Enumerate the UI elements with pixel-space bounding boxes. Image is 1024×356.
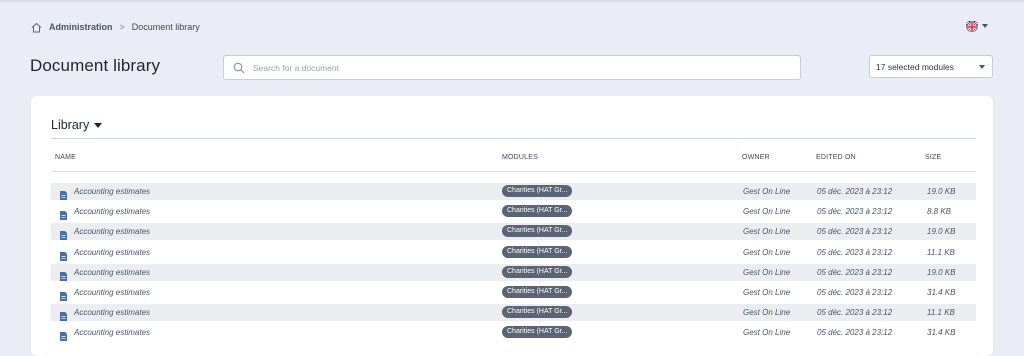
module-badge: Charities (HAT Gr... — [502, 286, 573, 298]
breadcrumb-current: Document library — [131, 22, 200, 32]
top-border — [0, 0, 1024, 2]
document-owner: Gest On Line — [743, 187, 791, 196]
language-selector[interactable] — [966, 20, 988, 32]
table-row[interactable]: Accounting estimates Charities (HAT Gr...… — [51, 324, 976, 342]
document-name[interactable]: Accounting estimates — [74, 328, 150, 337]
document-name[interactable]: Accounting estimates — [74, 227, 150, 236]
document-size: 31.4 KB — [927, 288, 956, 297]
document-edited-on: 05 déc. 2023 à 23:12 — [817, 308, 893, 318]
document-owner: Gest On Line — [743, 288, 791, 297]
table-row[interactable]: Accounting estimates Charities (HAT Gr...… — [51, 244, 976, 261]
table-row[interactable]: Accounting estimates Charities (HAT Gr...… — [51, 183, 976, 200]
document-size: 31.4 KB — [927, 328, 956, 338]
document-edited-on: 05 déc. 2023 à 23:12 — [817, 207, 893, 217]
home-icon[interactable] — [31, 22, 42, 33]
document-edited-on: 05 déc. 2023 à 23:12 — [817, 187, 893, 196]
document-edited-on: 05 déc. 2023 à 23:12 — [817, 267, 893, 277]
breadcrumb-administration[interactable]: Administration — [49, 22, 113, 32]
column-header-owner[interactable]: OWNER — [742, 154, 770, 161]
module-badge: Charities (HAT Gr... — [502, 225, 573, 238]
modules-select-value: 17 selected modules — [876, 61, 954, 72]
document-size: 19.0 KB — [927, 227, 956, 237]
chevron-down-icon — [979, 64, 985, 69]
page-title: Document library — [30, 56, 161, 75]
document-size: 11.1 KB — [927, 308, 955, 318]
document-edited-on: 05 déc. 2023 à 23:12 — [817, 247, 893, 257]
document-owner: Gest On Line — [743, 227, 791, 237]
module-badge: Charities (HAT Gr... — [502, 265, 573, 278]
file-icon — [60, 288, 67, 301]
library-heading-label: Library — [51, 118, 90, 132]
document-size: 11.1 KB — [927, 247, 955, 257]
module-badge: Charities (HAT Gr... — [502, 245, 573, 258]
file-icon — [60, 268, 67, 281]
document-edited-on: 05 déc. 2023 à 23:12 — [817, 227, 893, 237]
column-header-edited-on[interactable]: EDITED ON — [816, 154, 856, 161]
document-owner: Gest On Line — [743, 308, 791, 318]
document-name[interactable]: Accounting estimates — [74, 308, 150, 317]
caret-down-icon — [94, 122, 103, 128]
file-icon — [60, 187, 67, 200]
column-header-name[interactable]: NAME — [55, 154, 76, 161]
uk-flag-icon — [966, 20, 978, 32]
document-name[interactable]: Accounting estimates — [74, 207, 150, 216]
document-size: 19.0 KB — [927, 267, 956, 277]
library-card: Library NAME MODULES OWNER EDITED ON SIZ… — [31, 96, 993, 356]
document-name[interactable]: Accounting estimates — [74, 248, 150, 257]
table-row[interactable]: Accounting estimates Charities (HAT Gr...… — [51, 304, 976, 322]
document-name[interactable]: Accounting estimates — [74, 187, 150, 196]
column-header-size[interactable]: SIZE — [925, 154, 941, 161]
file-icon — [60, 207, 67, 221]
search-box[interactable] — [223, 55, 801, 80]
module-badge: Charities (HAT Gr... — [502, 326, 573, 339]
file-icon — [60, 308, 67, 322]
search-icon — [233, 62, 245, 74]
document-edited-on: 05 déc. 2023 à 23:12 — [817, 288, 893, 297]
library-heading[interactable]: Library — [51, 118, 103, 132]
table-row[interactable]: Accounting estimates Charities (HAT Gr...… — [51, 223, 976, 241]
document-edited-on: 05 déc. 2023 à 23:12 — [817, 328, 893, 338]
document-owner: Gest On Line — [743, 207, 791, 217]
chevron-down-icon — [982, 24, 988, 28]
table-row[interactable]: Accounting estimates Charities (HAT Gr...… — [51, 203, 976, 221]
file-icon — [60, 328, 67, 342]
document-owner: Gest On Line — [743, 247, 791, 257]
module-badge: Charities (HAT Gr... — [502, 185, 573, 197]
document-owner: Gest On Line — [743, 328, 791, 338]
document-name[interactable]: Accounting estimates — [74, 288, 150, 297]
divider — [51, 171, 976, 172]
breadcrumb: Administration > Document library — [31, 20, 200, 34]
document-size: 19.0 KB — [927, 187, 956, 196]
modules-select[interactable]: 17 selected modules — [869, 55, 993, 78]
file-icon — [60, 248, 67, 261]
search-input[interactable] — [253, 62, 773, 73]
document-name[interactable]: Accounting estimates — [74, 268, 150, 277]
breadcrumb-separator: > — [119, 22, 125, 32]
divider — [51, 138, 976, 139]
table-row[interactable]: Accounting estimates Charities (HAT Gr...… — [51, 284, 976, 301]
module-badge: Charities (HAT Gr... — [502, 205, 573, 218]
file-icon — [60, 227, 67, 241]
table-row[interactable]: Accounting estimates Charities (HAT Gr...… — [51, 263, 976, 281]
document-owner: Gest On Line — [743, 267, 791, 277]
column-header-modules[interactable]: MODULES — [502, 154, 538, 161]
module-badge: Charities (HAT Gr... — [502, 306, 573, 319]
document-size: 8.8 KB — [927, 207, 952, 217]
